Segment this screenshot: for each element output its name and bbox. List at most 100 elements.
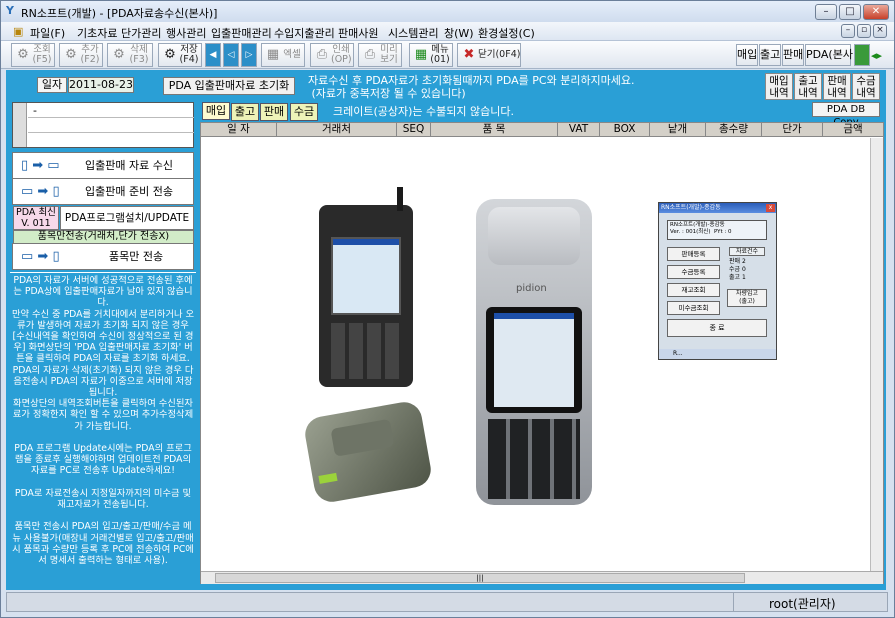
menu-sales-staff[interactable]: 판매사원 [338,25,378,41]
search-icon: ⚙ [17,47,29,62]
purchase-history-button[interactable]: 매입 내역 [765,73,793,100]
nav-first-button[interactable]: ◀ [205,43,221,67]
tab-sales[interactable]: 판매 [260,103,288,121]
child-restore-button[interactable]: ▫ [857,24,871,38]
receive-data-button[interactable]: ▯ ➡ ▭ 입출판매 자료 수신 [12,152,194,179]
menu-basic-data[interactable]: 기초자료 [77,25,117,41]
col-each[interactable]: 낱개 [650,123,706,137]
nav-prev-button[interactable]: ◁ [223,43,239,67]
shipment-history-button[interactable]: 출고 내역 [794,73,822,100]
quick-pda-hq-button[interactable]: PDA(본사) [805,44,857,66]
prepare-send-button[interactable]: ▭ ➡ ▯ 입출판매 준비 전송 [12,178,194,205]
col-vat[interactable]: VAT [558,123,600,137]
pda-device-image [319,187,413,387]
printer-led [318,472,338,484]
scroll-thumb[interactable]: ||| [215,573,745,583]
status-bar: root(관리자) [6,592,888,612]
collection-history-button[interactable]: 수금 내역 [852,73,880,100]
menu-bar: ▣ 파일(F) 기초자료 단가관리 행사관리 입출판매관리 수입지출관리 판매사… [1,22,894,41]
item-only-send-button[interactable]: ▭ ➡ ▯ 품목만 전송 [12,243,194,270]
close-screen-button[interactable]: ✖ 닫기(0F4) [457,43,521,67]
save-icon: ⚙ [164,47,176,62]
help-text: PDA의 자료가 서버에 성공적으로 전송된 후에는 PDA상에 입출판매자료가… [11,275,195,567]
tab-collection[interactable]: 수금 [290,103,318,121]
grid-icon[interactable] [854,44,870,66]
item-only-caption: 품목만전송(거래처,단가 전송X) [13,230,194,244]
menu-system[interactable]: 시스템관리 [388,25,439,41]
status-divider [733,593,734,611]
menu-price[interactable]: 단가관리 [121,25,161,41]
list-item[interactable]: - [33,104,37,117]
col-item[interactable]: 품 목 [431,123,558,137]
tab-shipment[interactable]: 출고 [231,103,259,121]
pda-sales-button: 판매등록 [667,247,720,261]
quick-purchase-button[interactable]: 매입 [736,44,758,66]
save-button[interactable]: ⚙ 저장 (F4) [158,43,202,67]
menu-inout-sales[interactable]: 입출판매관리 [211,25,272,41]
menu-icon: ▦ [414,47,428,62]
add-button[interactable]: ⚙ 추가 (F2) [59,43,103,67]
print-button[interactable]: ⎙ 인쇄 (OP) [310,43,354,67]
device-bezel [486,307,582,413]
col-customer[interactable]: 거래처 [277,123,397,137]
menu-toolbar-button[interactable]: ▦ 메뉴 (01) [409,43,453,67]
col-unit-price[interactable]: 단가 [762,123,823,137]
delete-button[interactable]: ⚙ 삭제 (F3) [107,43,153,67]
printer-icon: ⎙ [316,47,328,62]
nav-next-icon: ▷ [245,50,253,60]
tab-purchase[interactable]: 매입 [202,102,230,120]
close-window-button[interactable]: ✕ [863,4,889,20]
col-seq[interactable]: SEQ [397,123,431,137]
pda-init-button[interactable]: PDA 입출판매자료 초기화 [163,77,295,95]
pda-exit-button: 종 료 [667,319,767,337]
pda-db-copy-button[interactable]: PDA DB Copy [812,102,880,128]
pda-app-window: RN소프트(개발)-종감동 x RN소프트(개발)-종감동 Ver. : 001… [658,202,777,360]
quick-sales-button[interactable]: 판매 [782,44,804,66]
child-minimize-button[interactable]: – [841,24,855,38]
preview-label: 미리 보기 [380,44,398,65]
print-label: 인쇄 (OP) [331,44,352,65]
col-date[interactable]: 일 자 [201,123,277,137]
nav-first-icon: ◀ [209,50,217,60]
printer-lid [330,418,395,457]
horizontal-scrollbar[interactable]: ||| [201,571,883,584]
gear-icon: ⚙ [65,47,77,62]
col-total-qty[interactable]: 총수량 [706,123,762,137]
menu-file[interactable]: 파일(F) [30,25,65,41]
minimize-button[interactable]: – [815,4,837,20]
close-screen-label: 닫기(0F4) [478,49,521,60]
quick-shipment-button[interactable]: 출고 [759,44,781,66]
date-input[interactable]: 2011-08-23 [68,77,134,93]
sales-history-button[interactable]: 판매 내역 [823,73,851,100]
keypad [488,419,580,499]
pda-latest-label: PDA 최신 [16,207,56,218]
menu-income-expense[interactable]: 수입지출관리 [274,25,335,41]
col-box[interactable]: BOX [600,123,650,137]
excel-icon: ▦ [266,47,280,62]
install-update-button[interactable]: PDA프로그램설치/UPDATE [60,206,194,230]
find-button[interactable]: ⚙ 조회 (F5) [11,43,55,67]
child-close-button[interactable]: × [873,24,887,38]
nav-next-button[interactable]: ▷ [241,43,257,67]
pda-version-badge: PDA 최신 V. 011 [13,206,59,230]
document-icon: ▣ [13,25,24,38]
col-amount[interactable]: 금액 [823,123,883,137]
vertical-scrollbar[interactable] [870,138,883,571]
pda-list[interactable]: - [12,102,194,148]
device-screen [494,313,574,407]
pda-vehicle-button: 차량입고 (출고) [727,289,767,307]
menu-window[interactable]: 창(W) [444,25,474,41]
maximize-button[interactable]: □ [839,4,861,20]
pidion-device-image: pidion [476,199,592,505]
preview-button[interactable]: ⎙ 미리 보기 [358,43,402,67]
data-grid[interactable]: 일 자 거래처 SEQ 품 목 VAT BOX 낱개 총수량 단가 금액 pid… [200,122,884,584]
pda-stat-collection: 수금 0 [729,266,746,273]
date-label: 일자 [37,77,67,93]
excel-button[interactable]: ▦ 엑셀 [261,43,305,67]
menu-settings[interactable]: 환경설정(C) [478,25,535,41]
crate-notice: 크레이트(공상자)는 수불되지 않습니다. [333,105,514,118]
menu-event[interactable]: 행사관리 [166,25,206,41]
printer-image [302,399,434,505]
pda-to-pc-icon: ▯ ➡ ▭ [21,158,60,173]
arrows-icon[interactable]: ◂▸ [871,49,882,62]
